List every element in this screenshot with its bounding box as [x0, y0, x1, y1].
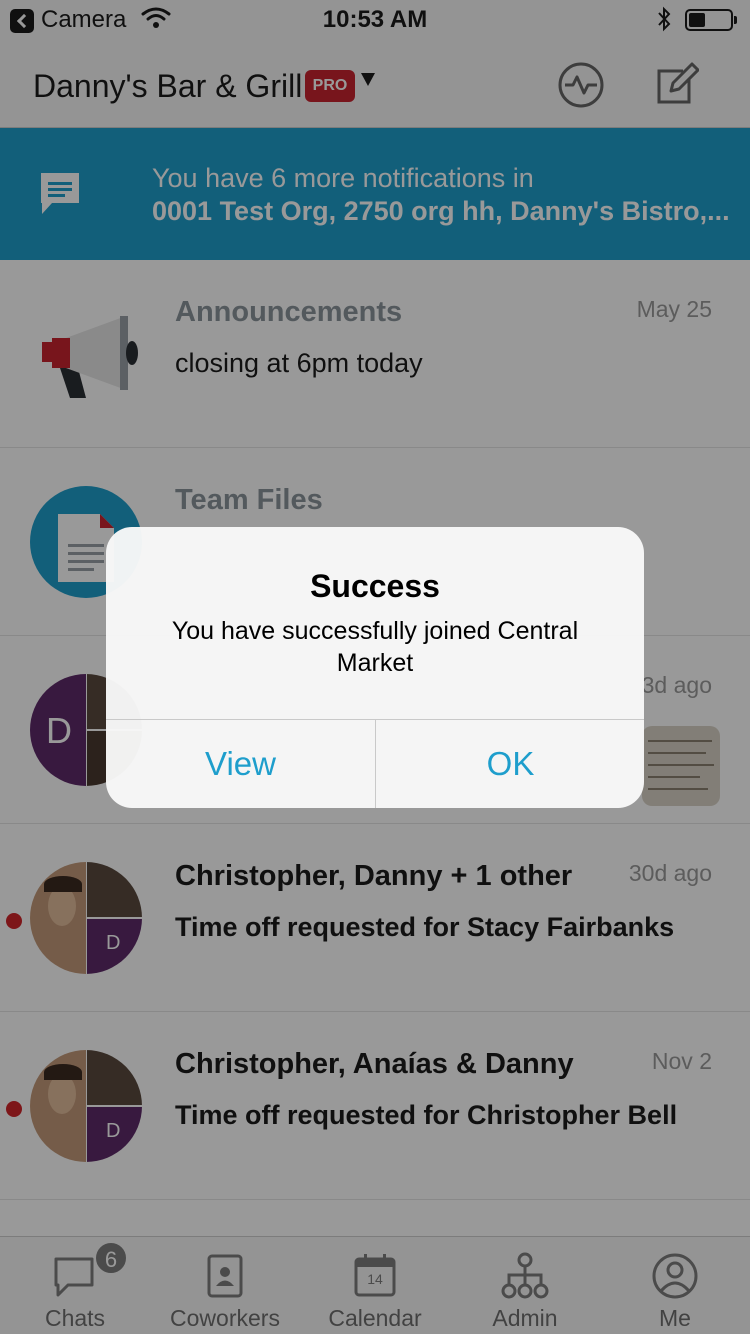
success-alert: Success You have successfully joined Cen…: [106, 527, 644, 808]
alert-message: You have successfully joined Central Mar…: [171, 617, 579, 677]
alert-title: Success: [310, 568, 440, 604]
view-button[interactable]: View: [106, 720, 375, 808]
ok-button[interactable]: OK: [376, 720, 644, 808]
